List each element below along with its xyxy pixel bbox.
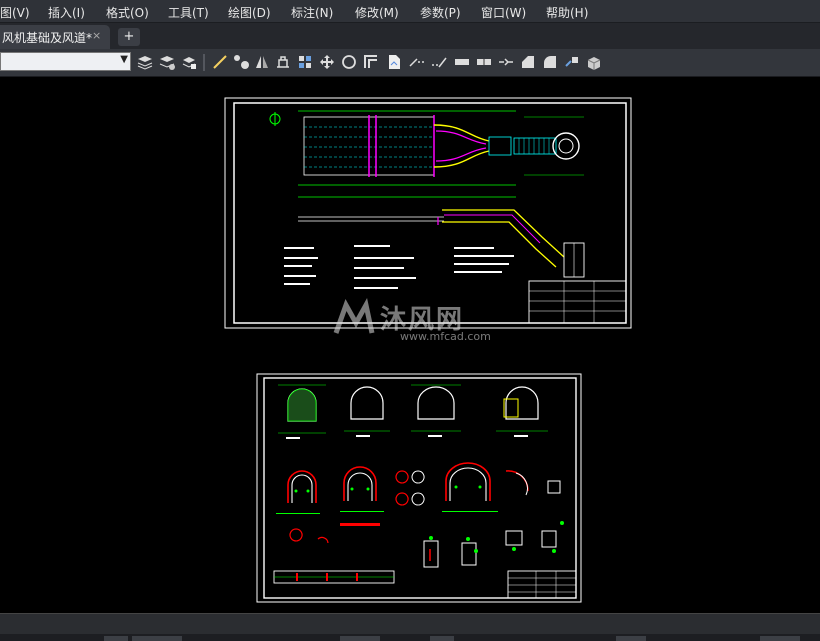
layer-match-icon[interactable] — [180, 53, 198, 71]
join-icon[interactable] — [475, 53, 493, 71]
new-tab-button[interactable]: + — [118, 28, 140, 46]
menu-modify[interactable]: 修改(M) — [355, 4, 399, 21]
menu-draw[interactable]: 绘图(D) — [228, 4, 271, 21]
block-icon[interactable] — [585, 53, 603, 71]
layer-properties-icon[interactable] — [136, 53, 154, 71]
menu-help[interactable]: 帮助(H) — [546, 4, 588, 21]
toolbar: ▼ — [0, 49, 820, 77]
close-icon[interactable]: × — [92, 29, 101, 42]
status-button[interactable] — [430, 636, 454, 641]
menu-tools[interactable]: 工具(T) — [168, 4, 209, 21]
toolbar-separator — [203, 54, 205, 71]
array-icon[interactable] — [296, 53, 314, 71]
menu-dimension[interactable]: 标注(N) — [291, 4, 333, 21]
status-button[interactable] — [760, 636, 800, 641]
move-icon[interactable] — [318, 53, 336, 71]
watermark-logo-icon — [333, 297, 375, 334]
measure-icon[interactable] — [497, 53, 515, 71]
polyline-icon[interactable] — [232, 53, 250, 71]
stretch-icon[interactable] — [274, 53, 292, 71]
chamfer-icon[interactable] — [519, 53, 537, 71]
drawing-sheet-bottom — [256, 373, 582, 603]
trim-icon[interactable] — [408, 53, 426, 71]
watermark: 沐风网 www.mfcad.com — [330, 297, 500, 343]
document-tab[interactable]: 风机基础及风道* × — [0, 25, 110, 49]
break-icon[interactable] — [453, 53, 471, 71]
line-icon[interactable] — [211, 53, 229, 71]
menu-parametric[interactable]: 参数(P) — [420, 4, 461, 21]
mirror-icon[interactable] — [253, 53, 271, 71]
drawing-canvas[interactable]: 沐风网 www.mfcad.com — [0, 77, 820, 613]
status-button[interactable] — [132, 636, 182, 641]
menu-view[interactable]: 图(V) — [0, 4, 30, 21]
hatch-icon[interactable] — [385, 53, 403, 71]
status-bar — [0, 613, 820, 641]
circle-icon[interactable] — [340, 53, 358, 71]
chevron-down-icon[interactable]: ▼ — [120, 54, 128, 65]
menu-insert[interactable]: 插入(I) — [48, 4, 85, 21]
layer-state-icon[interactable] — [158, 53, 176, 71]
explode-icon[interactable] — [563, 53, 581, 71]
offset-icon[interactable] — [362, 53, 380, 71]
layer-dropdown[interactable]: ▼ — [0, 52, 131, 71]
extend-icon[interactable] — [430, 53, 448, 71]
menu-bar: 图(V) 插入(I) 格式(O) 工具(T) 绘图(D) 标注(N) 修改(M)… — [0, 0, 820, 23]
status-button[interactable] — [616, 636, 646, 641]
watermark-url: www.mfcad.com — [400, 330, 491, 343]
menu-window[interactable]: 窗口(W) — [481, 4, 526, 21]
status-button[interactable] — [340, 636, 380, 641]
document-tab-bar: 风机基础及风道* × + — [0, 23, 820, 49]
fillet-icon[interactable] — [541, 53, 559, 71]
menu-format[interactable]: 格式(O) — [106, 4, 149, 21]
drawing-sheet-top — [224, 97, 632, 329]
document-tab-label: 风机基础及风道* — [2, 31, 93, 45]
status-button[interactable] — [104, 636, 128, 641]
